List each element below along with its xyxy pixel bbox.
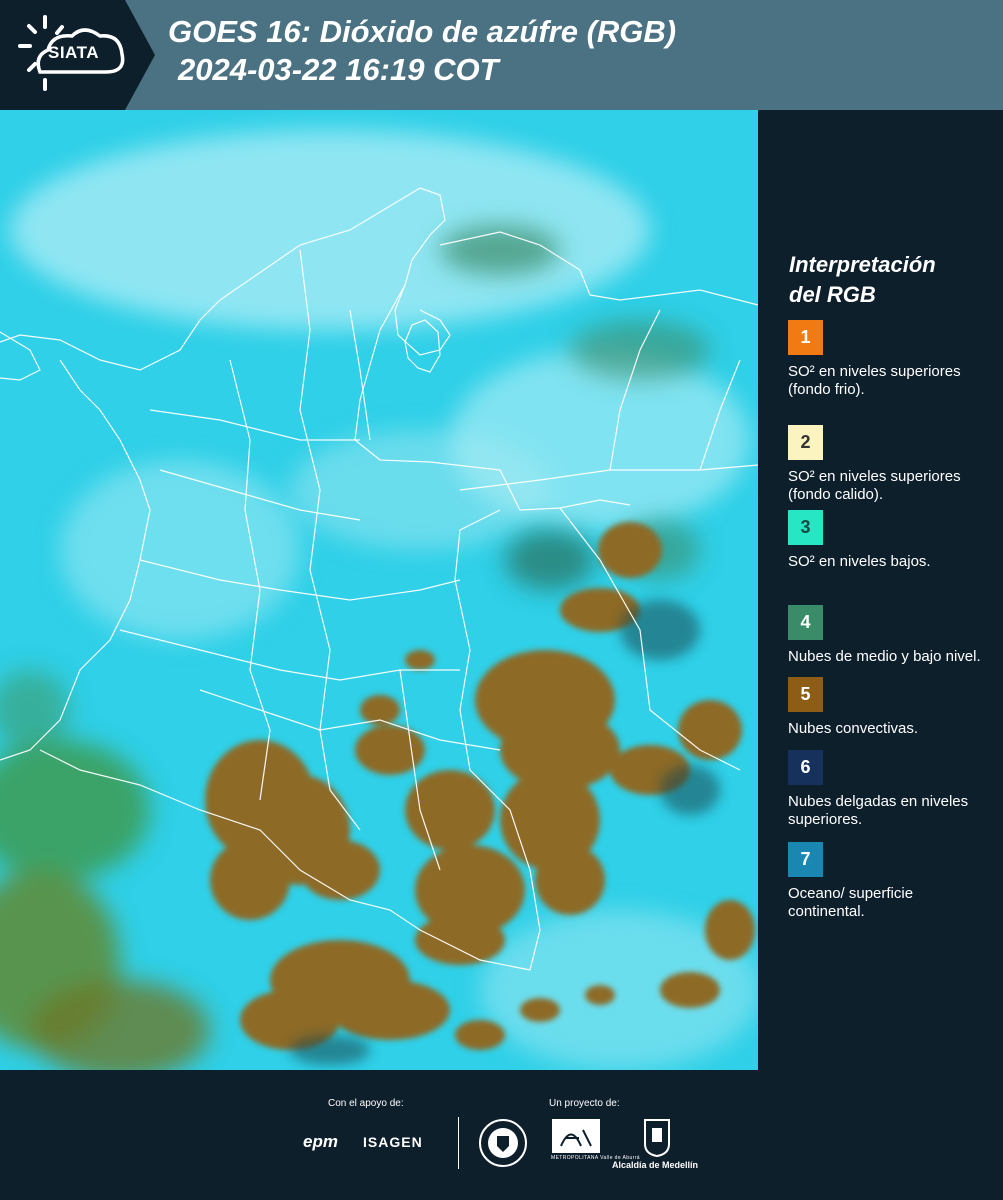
satellite-map[interactable]: [0, 110, 758, 1070]
legend-swatch: 7: [788, 842, 823, 877]
legend-swatch: 6: [788, 750, 823, 785]
legend-label: Oceano/ superficie continental.: [788, 885, 914, 920]
legend-label: Nubes delgadas en niveles superiores.: [788, 793, 969, 828]
legend-label: Nubes convectivas.: [788, 720, 919, 737]
legend-item: 6 Nubes delgadas en niveles superiores.: [788, 750, 993, 829]
alcaldia-label: Alcaldía de Medellín: [612, 1160, 699, 1170]
logo-text: SIATA: [48, 43, 99, 62]
legend-item: 1 SO² en niveles superiores (fondo frio).: [788, 320, 993, 399]
legend-swatch: 5: [788, 677, 823, 712]
legend-swatch: 4: [788, 605, 823, 640]
seal-logo[interactable]: [478, 1118, 528, 1168]
legend-item: 2 SO² en niveles superiores (fondo calido…: [788, 425, 993, 504]
header-bar: SIATA GOES 16: Dióxido de azúfre (RGB) 2…: [0, 0, 1003, 110]
project-caption: Un proyecto de:: [549, 1098, 620, 1109]
legend-panel: Interpretación del RGB 1 SO² en niveles s…: [758, 110, 1003, 1070]
legend-title-line2: del RGB: [789, 282, 876, 307]
legend-swatch: 3: [788, 510, 823, 545]
siata-logo[interactable]: SIATA: [0, 0, 155, 110]
legend-title: Interpretación del RGB: [789, 250, 989, 310]
legend-title-line1: Interpretación: [789, 252, 936, 277]
page-title: GOES 16: Dióxido de azúfre (RGB): [168, 14, 677, 49]
area-metropolitana-logo[interactable]: [551, 1118, 601, 1154]
legend-swatch: 1: [788, 320, 823, 355]
legend-label: Nubes de medio y bajo nivel.: [788, 648, 981, 665]
legend-item: 5 Nubes convectivas.: [788, 677, 993, 738]
footer: Con el apoyo de: Un proyecto de: epm ISA…: [0, 1070, 1003, 1200]
support-caption: Con el apoyo de:: [328, 1098, 404, 1109]
map-canvas: [0, 110, 758, 1070]
legend-label: SO² en niveles superiores (fondo frio).: [788, 363, 961, 398]
alcaldia-shield-icon[interactable]: [643, 1118, 671, 1158]
legend-item: 7 Oceano/ superficie continental.: [788, 842, 993, 921]
legend-item: 3 SO² en niveles bajos.: [788, 510, 993, 571]
isagen-logo[interactable]: ISAGEN: [363, 1134, 423, 1150]
page-timestamp: 2024-03-22 16:19 COT: [178, 52, 499, 87]
footer-divider: [458, 1117, 459, 1169]
legend-item: 4 Nubes de medio y bajo nivel.: [788, 605, 993, 666]
epm-logo[interactable]: epm: [303, 1132, 338, 1152]
legend-label: SO² en niveles superiores (fondo calido)…: [788, 468, 961, 503]
legend-swatch: 2: [788, 425, 823, 460]
legend-label: SO² en niveles bajos.: [788, 553, 931, 570]
